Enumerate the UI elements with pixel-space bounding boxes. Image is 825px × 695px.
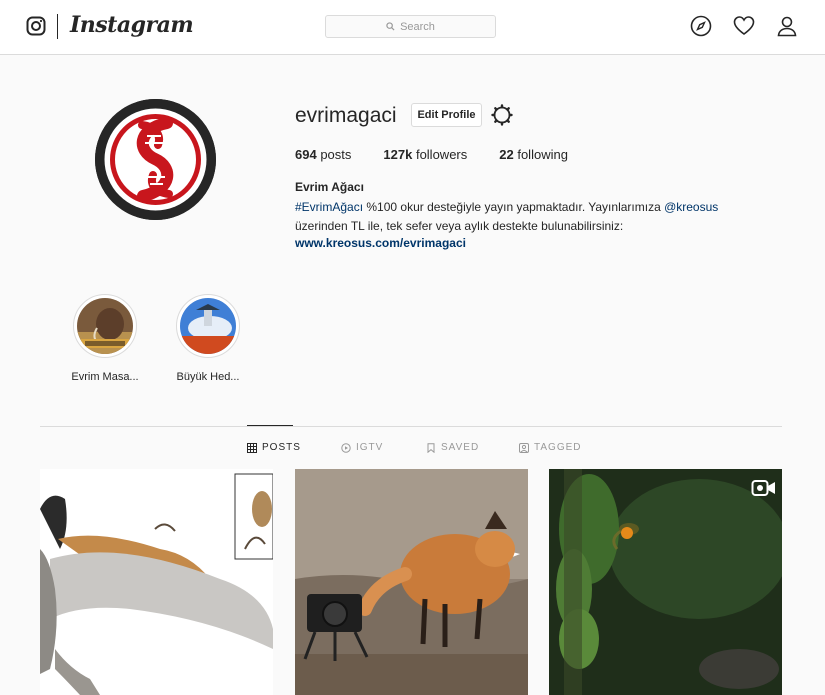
search-icon bbox=[386, 22, 395, 31]
post-thumbnail[interactable] bbox=[295, 469, 528, 695]
tab-saved-label: SAVED bbox=[441, 442, 480, 453]
highlight-ring bbox=[73, 294, 137, 358]
profile-icon[interactable] bbox=[776, 15, 798, 37]
tagged-icon bbox=[519, 442, 529, 453]
profile-website-link[interactable]: www.kreosus.com/evrimagaci bbox=[295, 236, 466, 250]
bio-text-part-1: %100 okur desteğiyle yayın yapmaktadır. … bbox=[363, 200, 665, 214]
heart-icon[interactable] bbox=[733, 15, 755, 37]
following-label: following bbox=[517, 147, 568, 162]
tab-saved[interactable]: SAVED bbox=[426, 442, 479, 453]
highlight-label: Büyük Hed... bbox=[176, 371, 240, 383]
bio-mention-link[interactable]: @kreosus bbox=[664, 200, 718, 214]
edit-profile-button[interactable]: Edit Profile bbox=[411, 103, 482, 127]
highlight-label: Evrim Masa... bbox=[71, 371, 139, 383]
highlight-ring bbox=[176, 294, 240, 358]
story-highlight[interactable]: Büyük Hed... bbox=[168, 294, 248, 383]
igtv-icon bbox=[341, 442, 351, 453]
posts-count: 694 bbox=[295, 147, 317, 162]
followers-stat[interactable]: 127k followers bbox=[383, 147, 467, 162]
story-highlight[interactable]: Evrim Masa... bbox=[65, 294, 145, 383]
pterosaur-illustration bbox=[40, 469, 273, 695]
posts-label: posts bbox=[320, 147, 352, 162]
bookmark-icon bbox=[427, 442, 435, 453]
jungle-video-thumbnail bbox=[549, 469, 782, 695]
active-tab-indicator bbox=[247, 425, 293, 426]
profile-bio: #EvrimAğacı %100 okur desteğiyle yayın y… bbox=[295, 198, 755, 236]
tab-posts-label: POSTS bbox=[262, 442, 301, 453]
posts-stat: 694 posts bbox=[295, 147, 351, 162]
compass-icon[interactable] bbox=[690, 15, 712, 37]
followers-label: followers bbox=[415, 147, 468, 162]
highlight-thumbnail bbox=[77, 298, 133, 354]
bio-text-part-2: üzerinden TL ile, tek sefer veya aylık d… bbox=[295, 219, 624, 233]
tab-igtv[interactable]: IGTV bbox=[341, 442, 383, 453]
tab-tagged-label: TAGGED bbox=[534, 442, 582, 453]
search-placeholder: Search bbox=[400, 20, 435, 33]
grid-icon bbox=[247, 442, 257, 453]
settings-gear-icon[interactable] bbox=[491, 104, 513, 126]
evrim-agaci-logo bbox=[95, 99, 216, 220]
following-count: 22 bbox=[499, 147, 514, 162]
bio-hashtag-link[interactable]: #EvrimAğacı bbox=[295, 200, 363, 214]
search-input[interactable]: Search bbox=[325, 15, 496, 38]
logo-separator bbox=[57, 14, 58, 39]
followers-count: 127k bbox=[383, 147, 413, 162]
tab-posts[interactable]: POSTS bbox=[247, 442, 301, 453]
profile-stats: 694 posts 127k followers 22 following bbox=[295, 147, 600, 162]
video-camera-icon bbox=[751, 480, 775, 496]
highlight-thumbnail bbox=[180, 298, 236, 354]
profile-avatar[interactable] bbox=[95, 99, 216, 220]
following-stat[interactable]: 22 following bbox=[499, 147, 568, 162]
tab-igtv-label: IGTV bbox=[356, 442, 384, 453]
instagram-wordmark[interactable]: Instagram bbox=[70, 12, 194, 38]
tabs-divider bbox=[40, 426, 782, 427]
fox-camera-photo bbox=[295, 469, 528, 695]
tab-tagged[interactable]: TAGGED bbox=[519, 442, 581, 453]
post-thumbnail[interactable] bbox=[549, 469, 782, 695]
profile-username: evrimagaci bbox=[295, 104, 397, 127]
post-thumbnail[interactable] bbox=[40, 469, 273, 695]
top-navigation-bar: Instagram Search bbox=[0, 0, 825, 55]
profile-full-name: Evrim Ağacı bbox=[295, 180, 364, 194]
instagram-camera-icon[interactable] bbox=[26, 16, 46, 36]
